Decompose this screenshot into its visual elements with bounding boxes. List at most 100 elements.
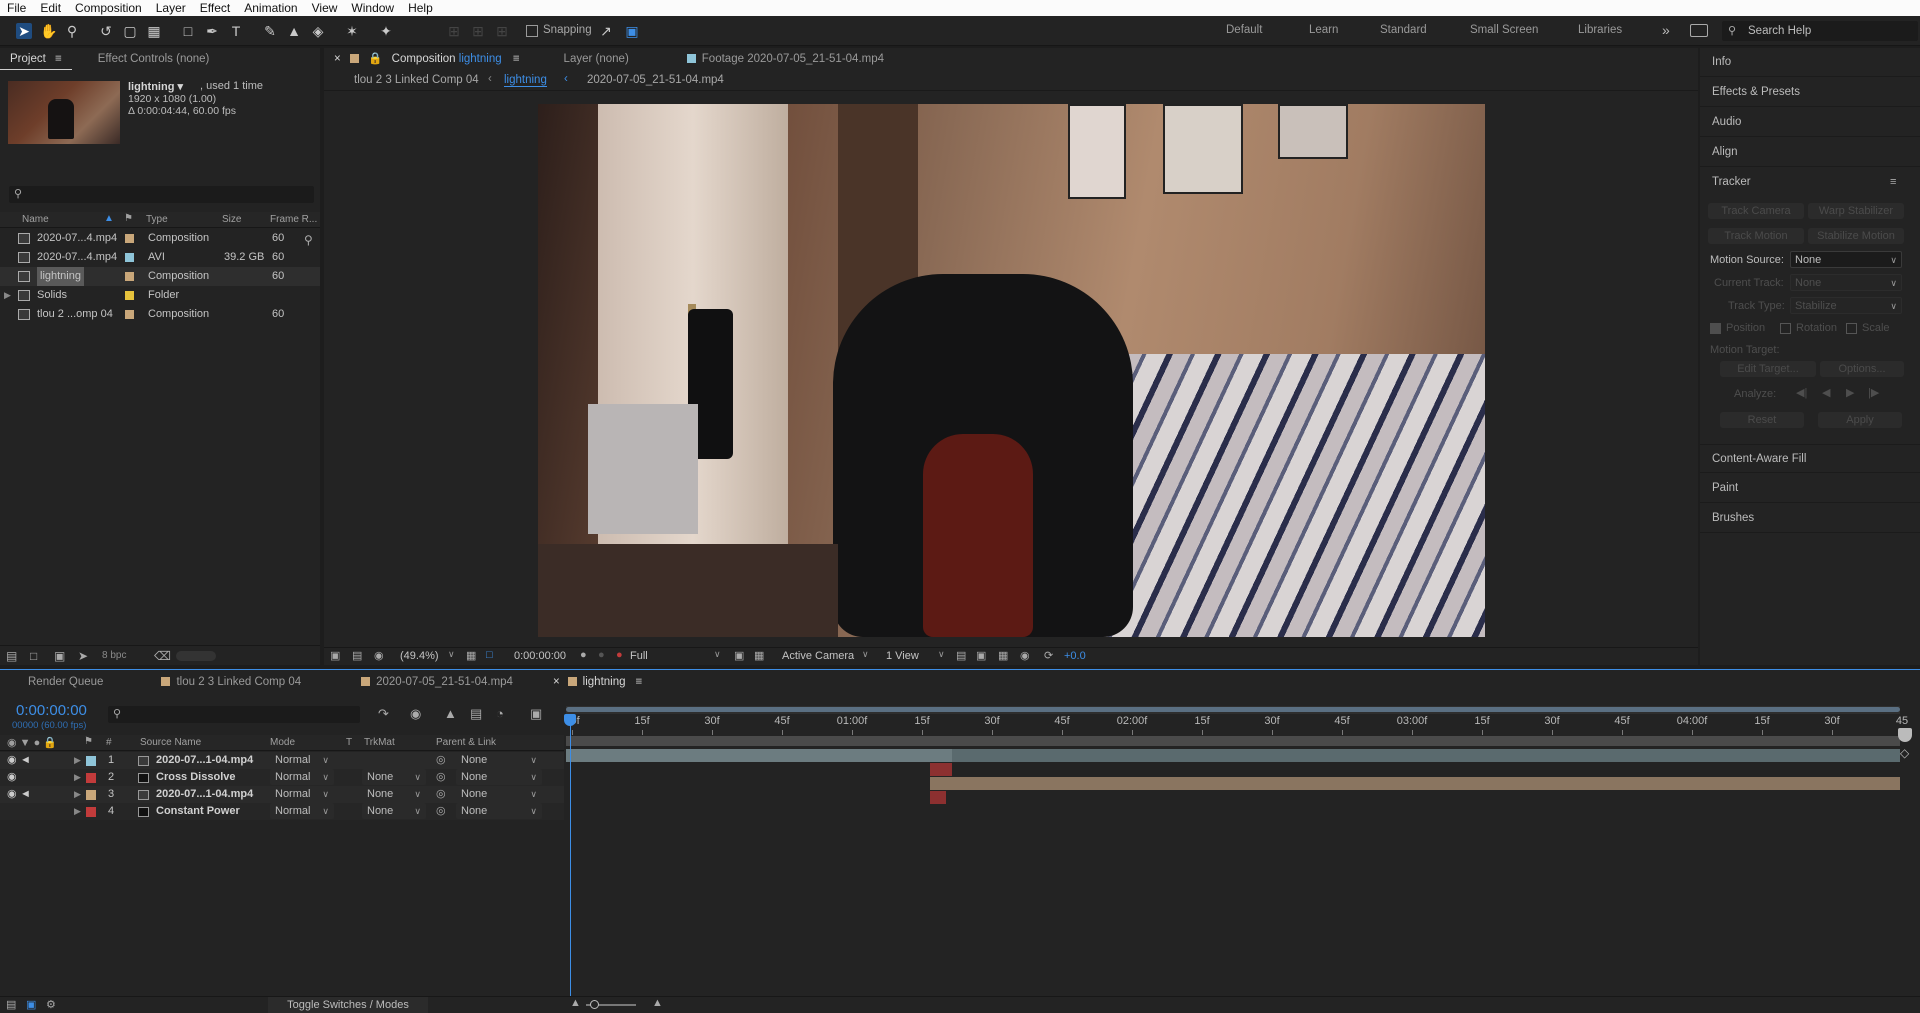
col-size[interactable]: Size: [222, 214, 241, 225]
close-icon[interactable]: ×: [553, 676, 560, 688]
layer-parent-dropdown[interactable]: None: [456, 769, 542, 785]
layer-mode-dropdown[interactable]: Normal: [270, 786, 334, 802]
chevron-right-icon[interactable]: ▶: [74, 769, 81, 786]
toggle-switches-modes-button[interactable]: Toggle Switches / Modes: [268, 997, 428, 1013]
analyze-back-one-icon[interactable]: ◀|: [1796, 386, 1807, 399]
view-axis-icon[interactable]: ⊞: [494, 23, 510, 39]
current-time-display[interactable]: 0:00:00:00: [514, 650, 566, 662]
snapshot-icon[interactable]: ●: [580, 649, 587, 661]
resolution-grid-icon[interactable]: ▦: [466, 649, 476, 662]
work-area-range[interactable]: [566, 707, 1900, 712]
tab-project[interactable]: Project ≡: [0, 48, 72, 70]
timeline-timecode[interactable]: 0:00:00:00: [16, 702, 87, 719]
project-item[interactable]: ▶ Solids Folder: [0, 286, 320, 305]
toggle-pixel-aspect-icon[interactable]: ▤: [956, 649, 966, 662]
panel-brushes[interactable]: Brushes: [1700, 504, 1920, 533]
tab-linked-comp[interactable]: tlou 2 3 Linked Comp 04: [151, 671, 311, 693]
rectangle-tool-icon[interactable]: □: [180, 23, 196, 39]
chevron-right-icon[interactable]: ▶: [74, 752, 81, 769]
magnification-dropdown[interactable]: (49.4%): [400, 650, 439, 662]
timeline-search-input[interactable]: ⚲: [108, 706, 360, 723]
col-source-name[interactable]: Source Name: [140, 737, 201, 748]
project-search-input[interactable]: ⚲: [9, 186, 314, 203]
breadcrumb-item-child[interactable]: 2020-07-05_21-51-04.mp4: [587, 74, 724, 86]
audio-icon[interactable]: ◄: [20, 752, 31, 769]
camera-tool-icon[interactable]: ▢: [122, 23, 138, 39]
workspace-standard[interactable]: Standard: [1380, 24, 1427, 36]
roto-brush-tool-icon[interactable]: ✶: [344, 23, 360, 39]
always-preview-icon[interactable]: ▣: [330, 649, 340, 662]
panel-tracker-title[interactable]: Tracker: [1700, 168, 1920, 197]
scale-checkbox[interactable]: [1846, 323, 1857, 334]
layer-parent-dropdown[interactable]: None: [456, 803, 542, 819]
label-color-swatch[interactable]: [125, 253, 134, 262]
motion-blur-icon[interactable]: ◔: [496, 706, 504, 721]
flowchart-icon[interactable]: ◉: [1020, 649, 1030, 662]
reset-button[interactable]: Reset: [1720, 412, 1804, 428]
panel-menu-icon[interactable]: ≡: [513, 53, 520, 65]
layer-bar-4[interactable]: [930, 791, 946, 804]
shy-icon[interactable]: ▲: [444, 706, 457, 721]
tab-footage-comp[interactable]: 2020-07-05_21-51-04.mp4: [351, 671, 523, 693]
label-color-swatch[interactable]: [86, 756, 96, 766]
tab-effect-controls[interactable]: Effect Controls (none): [88, 48, 220, 70]
layer-parent-dropdown[interactable]: None: [456, 752, 542, 768]
workspace-learn[interactable]: Learn: [1309, 24, 1338, 36]
eraser-tool-icon[interactable]: ◈: [310, 23, 326, 39]
layer-name[interactable]: Cross Dissolve: [156, 769, 235, 786]
graph-editor-icon[interactable]: ▣: [530, 706, 542, 722]
col-frame-rate[interactable]: Frame R...: [270, 214, 317, 225]
vr-icon[interactable]: ◉: [374, 649, 384, 662]
label-color-swatch[interactable]: [125, 234, 134, 243]
menu-window[interactable]: Window: [344, 1, 401, 15]
panel-effects-presets[interactable]: Effects & Presets: [1700, 78, 1920, 107]
exposure-value[interactable]: +0.0: [1064, 650, 1086, 662]
layer-name[interactable]: 2020-07...1-04.mp4: [156, 786, 253, 803]
playhead-line[interactable]: [570, 716, 571, 996]
chevron-right-icon[interactable]: ▶: [74, 786, 81, 803]
type-tool-icon[interactable]: T: [228, 23, 244, 39]
new-composition-icon[interactable]: ▣: [54, 649, 65, 663]
layer-mode-dropdown[interactable]: Normal: [270, 752, 334, 768]
pick-whip-icon[interactable]: ◎: [436, 769, 446, 786]
sync-settings-icon[interactable]: [1690, 24, 1708, 37]
motion-source-dropdown[interactable]: None: [1790, 251, 1902, 269]
layer-name[interactable]: 2020-07...1-04.mp4: [156, 752, 253, 769]
workspace-overflow-icon[interactable]: »: [1662, 22, 1670, 38]
analyze-forward-one-icon[interactable]: |▶: [1868, 386, 1879, 399]
interpret-footage-icon[interactable]: ▤: [6, 649, 17, 663]
label-color-swatch[interactable]: [86, 773, 96, 783]
analyze-backward-icon[interactable]: ◀: [1822, 386, 1830, 399]
eye-icon[interactable]: ◉: [7, 752, 17, 769]
draft-3d-icon[interactable]: ◉: [410, 706, 421, 722]
world-axis-icon[interactable]: ⊞: [470, 23, 486, 39]
warp-stabilizer-button[interactable]: Warp Stabilizer: [1808, 203, 1904, 219]
zoom-out-icon[interactable]: ▲: [570, 997, 581, 1009]
menu-edit[interactable]: Edit: [33, 1, 68, 15]
chevron-right-icon[interactable]: ▶: [74, 803, 81, 820]
lock-icon[interactable]: 🔒: [368, 53, 382, 65]
work-area-bar[interactable]: [566, 706, 1900, 714]
layer-row[interactable]: ▶ 4 Constant Power Normal None ◎ None: [0, 803, 564, 820]
view-layout-dropdown[interactable]: 1 View: [886, 650, 919, 662]
snap-edge-icon[interactable]: ↗: [598, 23, 614, 39]
layer-name[interactable]: Constant Power: [156, 803, 240, 820]
layer-trkmat-dropdown[interactable]: None: [362, 803, 426, 819]
breadcrumb-item-parent[interactable]: tlou 2 3 Linked Comp 04: [354, 74, 479, 86]
resolution-dropdown[interactable]: Full: [630, 650, 648, 662]
label-color-swatch[interactable]: [86, 790, 96, 800]
mask-visibility-icon[interactable]: □: [486, 649, 493, 661]
time-ruler[interactable]: 00f15f30f45f01:00f15f30f45f02:00f15f30f4…: [564, 715, 1908, 735]
track-camera-button[interactable]: Track Camera: [1708, 203, 1804, 219]
track-type-dropdown[interactable]: Stabilize: [1790, 297, 1902, 315]
new-folder-icon[interactable]: □: [30, 649, 37, 663]
panel-paint[interactable]: Paint: [1700, 474, 1920, 503]
label-color-swatch[interactable]: [125, 272, 134, 281]
camera-dropdown[interactable]: Active Camera: [782, 650, 854, 662]
project-item[interactable]: tlou 2 ...omp 04 Composition 60: [0, 305, 320, 324]
workspace-default[interactable]: Default: [1226, 24, 1262, 36]
thumbnail-size-slider[interactable]: [176, 651, 216, 661]
label-color-swatch[interactable]: [86, 807, 96, 817]
clone-stamp-tool-icon[interactable]: ▲: [286, 23, 302, 39]
comp-mini-flowchart-icon[interactable]: ↷: [378, 706, 389, 722]
